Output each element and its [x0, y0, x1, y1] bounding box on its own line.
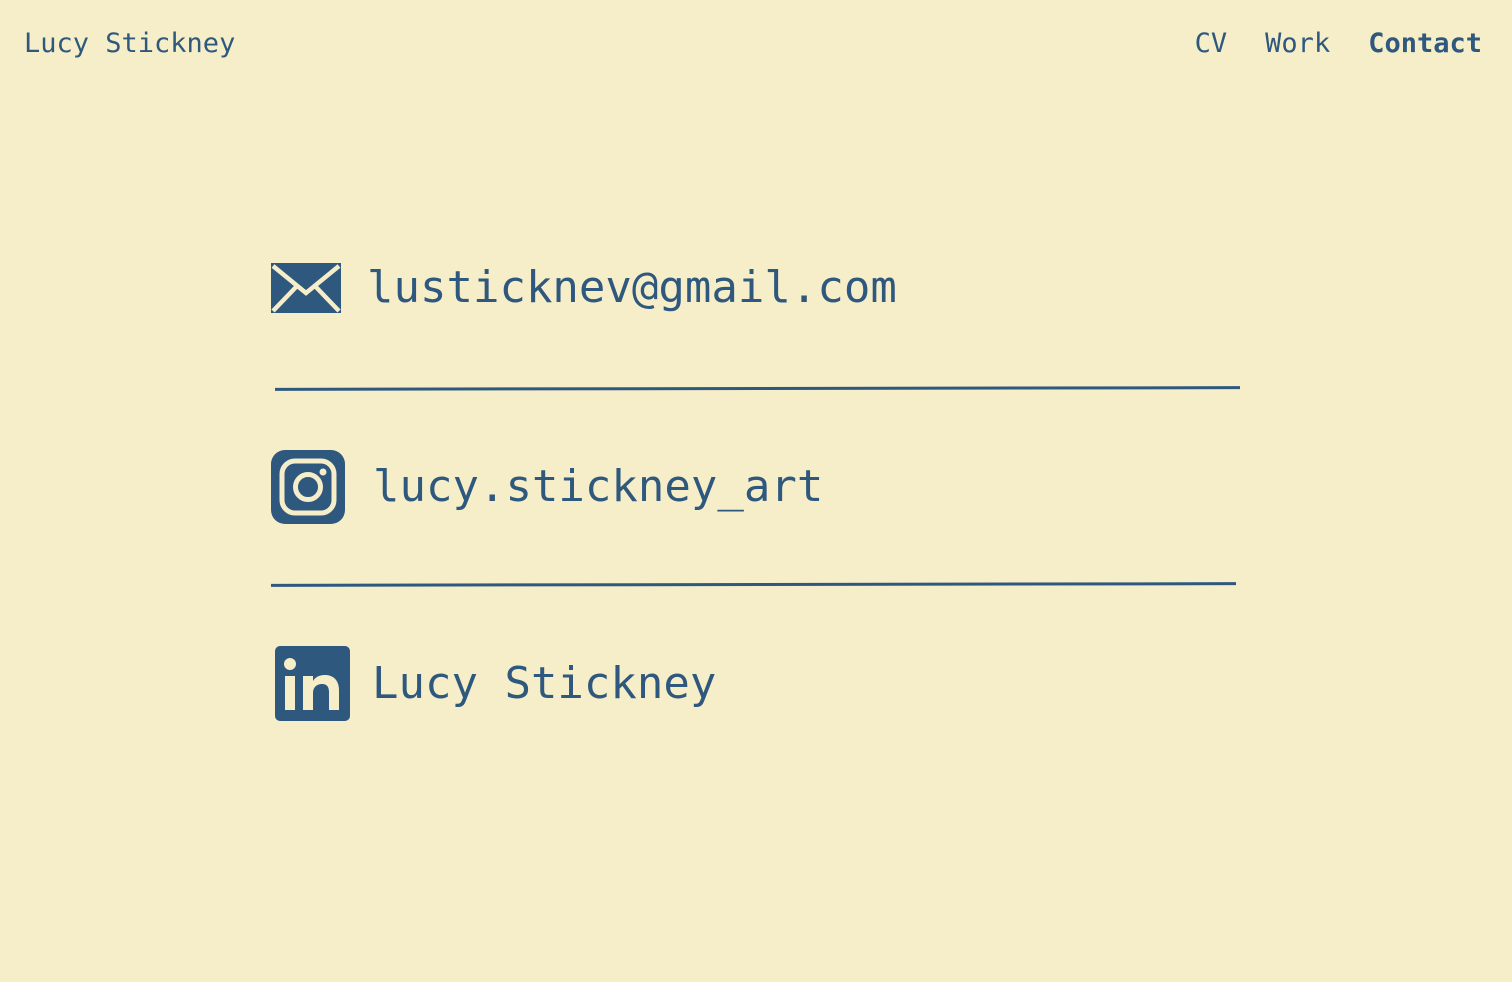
- nav-work[interactable]: Work: [1265, 28, 1330, 60]
- email-address: lusticknev@gmail.com: [367, 262, 897, 313]
- divider: [274, 386, 1241, 391]
- divider: [270, 582, 1237, 587]
- instagram-link[interactable]: lucy.stickney_art: [271, 450, 823, 524]
- envelope-icon: [271, 263, 341, 313]
- linkedin-icon: [275, 646, 350, 721]
- linkedin-name: Lucy Stickney: [372, 657, 717, 709]
- main-nav: CV Work Contact: [1195, 28, 1482, 60]
- instagram-handle: lucy.stickney_art: [373, 461, 824, 512]
- nav-contact[interactable]: Contact: [1368, 28, 1482, 60]
- nav-cv[interactable]: CV: [1195, 28, 1228, 60]
- linkedin-link[interactable]: Lucy Stickney: [275, 646, 716, 721]
- instagram-icon: [271, 450, 345, 524]
- site-title[interactable]: Lucy Stickney: [24, 28, 235, 60]
- email-link[interactable]: lusticknev@gmail.com: [271, 262, 897, 314]
